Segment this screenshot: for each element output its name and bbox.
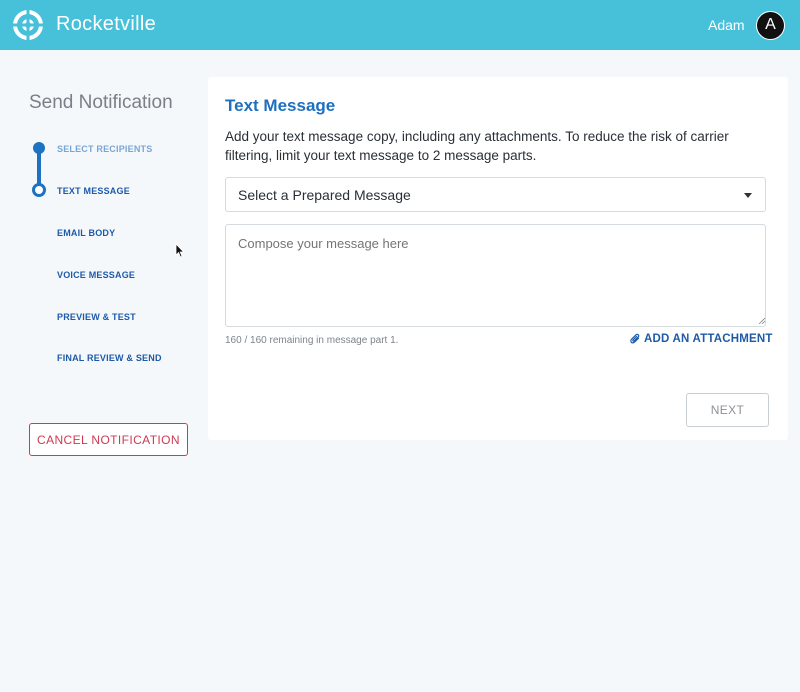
resize-handle-icon[interactable] [758,317,765,324]
compose-message-textarea[interactable] [225,224,766,327]
card-title: Text Message [225,96,336,115]
step-current-dot-icon [32,183,46,197]
add-attachment-label: ADD AN ATTACHMENT [644,333,773,345]
add-attachment-link[interactable]: ADD AN ATTACHMENT [630,333,773,345]
cancel-notification-button[interactable]: CANCEL NOTIFICATION [29,423,188,456]
paperclip-icon [630,333,640,344]
user-name[interactable]: Adam [708,17,745,33]
step-preview-test[interactable]: PREVIEW & TEST [57,312,136,322]
caret-down-icon[interactable] [744,193,752,198]
top-navigation-bar: Rocketville Adam A [0,0,800,50]
step-text-message[interactable]: TEXT MESSAGE [57,186,130,196]
page-title: Send Notification [29,92,173,113]
step-completed-dot-icon [33,142,45,154]
step-email-body[interactable]: EMAIL BODY [57,228,115,238]
mouse-cursor-icon [175,243,185,258]
next-button[interactable]: NEXT [686,393,769,427]
prepared-message-select[interactable]: Select a Prepared Message [225,177,766,212]
card-description: Add your text message copy, including an… [225,129,729,163]
rocketville-logo-icon[interactable] [12,9,44,41]
text-message-card: Text Message Add your text message copy,… [208,77,788,440]
step-select-recipients[interactable]: SELECT RECIPIENTS [57,144,152,154]
prepared-message-select-value: Select a Prepared Message [238,187,411,203]
remaining-characters: 160 / 160 remaining in message part 1. [225,335,399,346]
step-final-review-send[interactable]: FINAL REVIEW & SEND [57,353,162,363]
step-voice-message[interactable]: VOICE MESSAGE [57,270,135,280]
brand-name[interactable]: Rocketville [56,13,156,36]
avatar[interactable]: A [756,11,785,40]
